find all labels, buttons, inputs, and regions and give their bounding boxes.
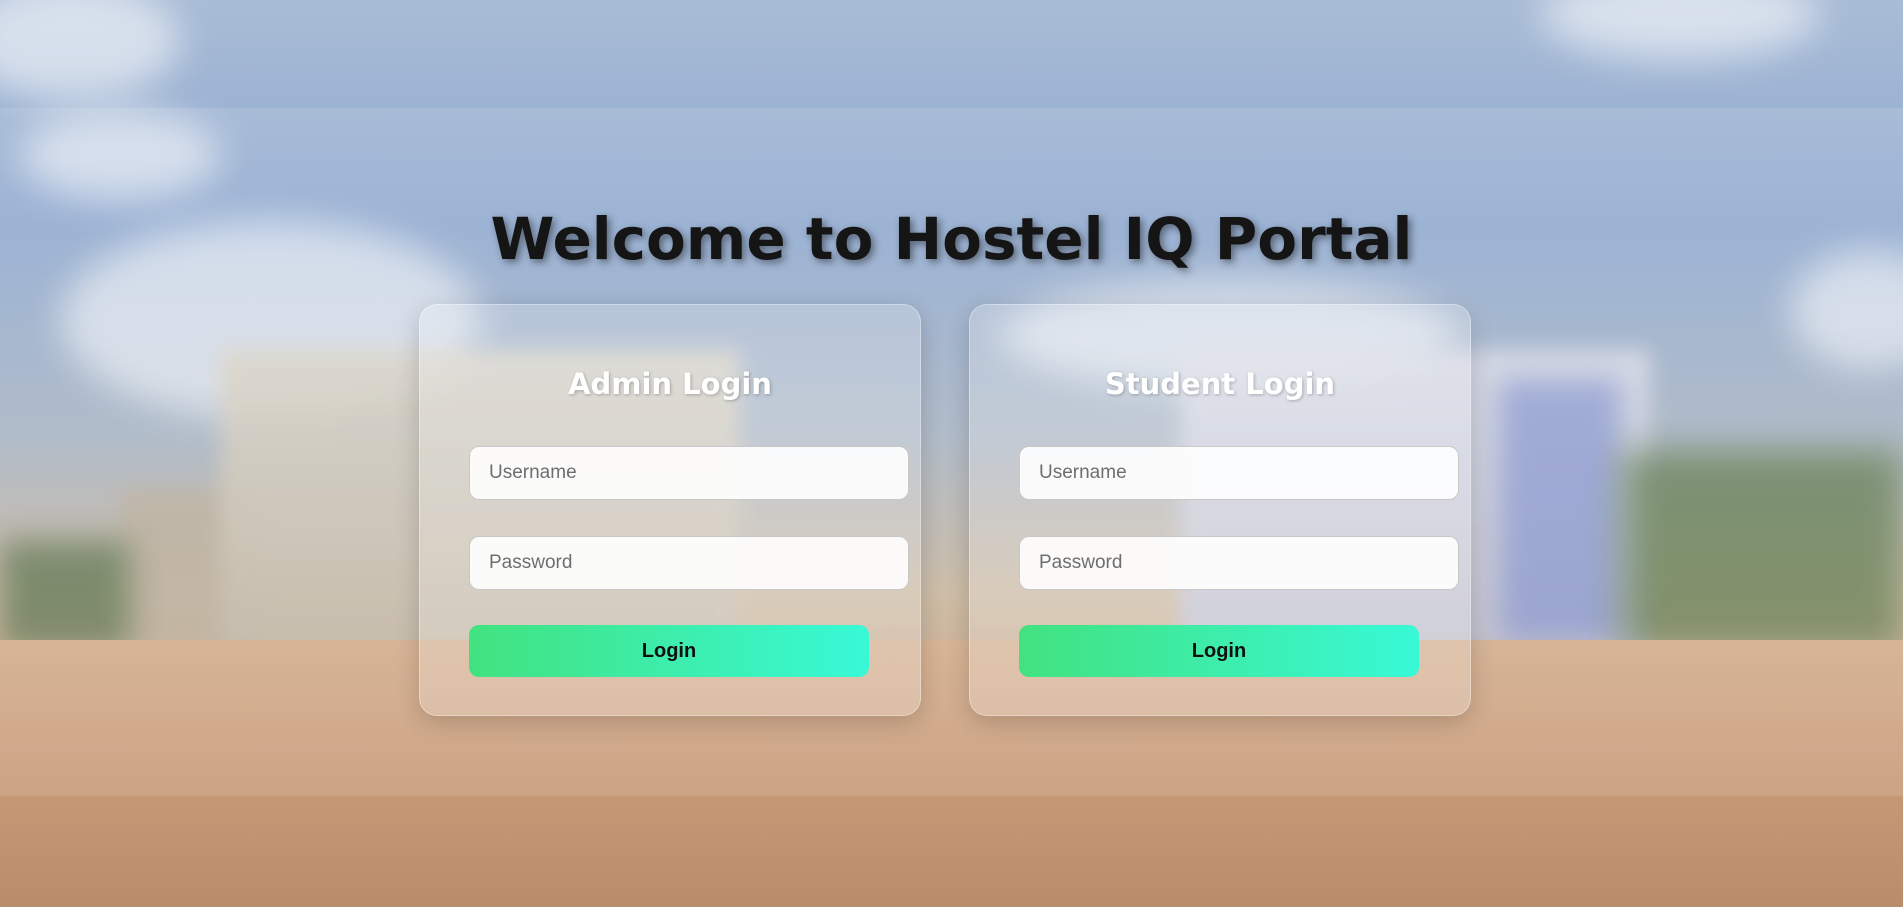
- admin-login-card: Admin Login Login: [419, 304, 921, 716]
- admin-login-button[interactable]: Login: [469, 625, 869, 677]
- admin-username-input[interactable]: [469, 446, 909, 500]
- cloud: [1540, 0, 1820, 60]
- student-login-heading: Student Login: [1104, 367, 1336, 401]
- admin-login-heading: Admin Login: [568, 367, 772, 401]
- admin-password-input[interactable]: [469, 536, 909, 590]
- cloud: [0, 0, 180, 100]
- student-password-input[interactable]: [1019, 536, 1459, 590]
- student-login-card: Student Login Login: [969, 304, 1471, 716]
- student-username-input[interactable]: [1019, 446, 1459, 500]
- student-login-button[interactable]: Login: [1019, 625, 1419, 677]
- page-title: Welcome to Hostel IQ Portal: [490, 205, 1413, 273]
